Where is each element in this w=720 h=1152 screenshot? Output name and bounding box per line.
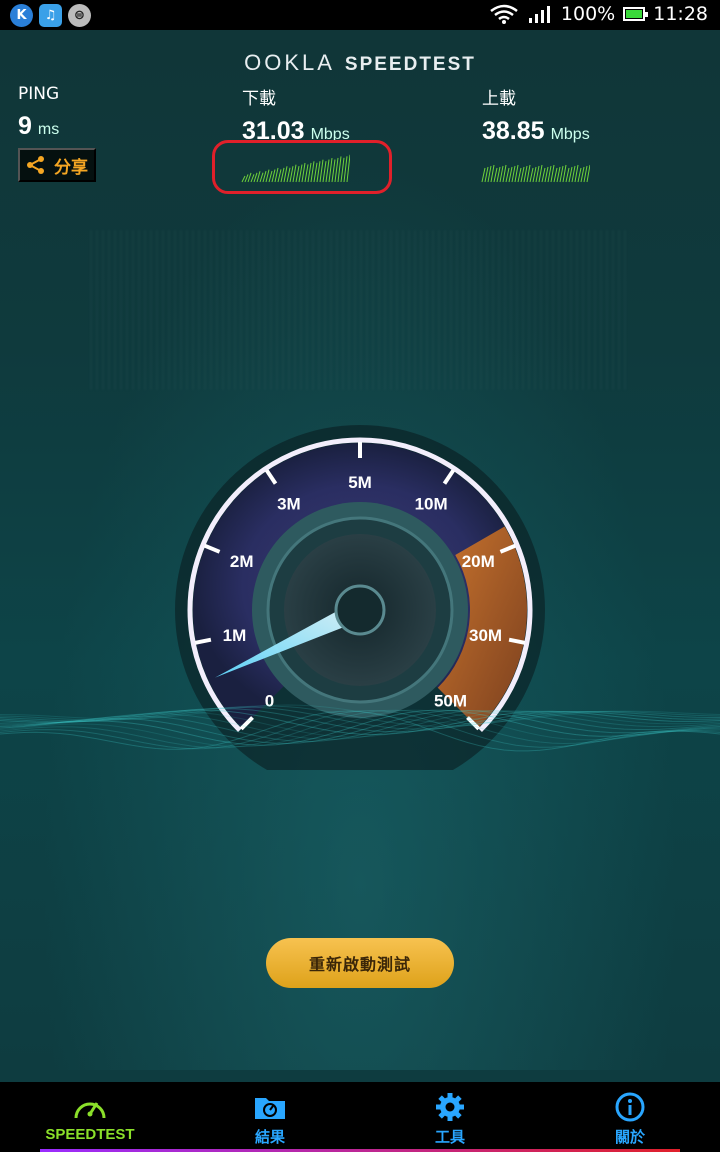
bottom-nav: SPEEDTEST 結果 工具 關於 [0, 1082, 720, 1152]
sparkline-bar [529, 167, 534, 183]
wifi-icon [490, 4, 518, 24]
product-name: SPEEDTEST [344, 54, 476, 75]
download-label: 下載 [242, 89, 276, 109]
share-label: 分享 [54, 157, 88, 177]
clock: 11:28 [653, 3, 708, 25]
sparkline-bar [505, 167, 510, 183]
sparkline-bar [553, 167, 558, 183]
upload-value-row: 38.85 Mbps [482, 117, 590, 146]
download-stat: 下載 31.03 Mbps [242, 84, 350, 146]
gauge-tick-label: 3M [277, 495, 301, 514]
app-logo: OOKLA SPEEDTEST [0, 50, 720, 76]
music-app-icon: ♫ [39, 4, 62, 27]
status-bar: K ♫ ⊜ 100% 11:28 [0, 0, 720, 30]
k-app-icon: K [10, 4, 33, 27]
share-button[interactable]: 分享 [18, 148, 96, 182]
gauge-tick-label: 30M [469, 626, 502, 645]
sparkline-bar [535, 165, 540, 183]
sparkline-bar [568, 166, 573, 183]
wave-visual [0, 704, 720, 752]
sparkline-bar [565, 167, 570, 183]
notification-icons: K ♫ ⊜ [10, 4, 91, 27]
sparkline-bar [484, 166, 489, 183]
gauge-tick-label: 1M [223, 626, 247, 645]
sparkline-bar [496, 166, 501, 183]
sparkline-bar [514, 164, 519, 183]
gauge-tick-label: 2M [230, 552, 254, 571]
nav-speedtest[interactable]: SPEEDTEST [0, 1082, 180, 1152]
sparkline-bar [583, 165, 588, 183]
ping-value: 9 [18, 112, 32, 140]
ping-unit: ms [37, 121, 60, 138]
battery-icon [623, 7, 649, 21]
sparkline-bar [577, 167, 582, 183]
sparkline-bar [571, 165, 576, 183]
nav-tools-label: 工具 [434, 1128, 465, 1146]
sparkline-bar [562, 164, 567, 183]
upload-stat: 上載 38.85 Mbps [482, 84, 590, 146]
sparkline-bar [490, 164, 495, 183]
gauge-tick-label: 10M [415, 495, 448, 514]
sparkline-bar [580, 166, 585, 183]
nav-speedtest-label: SPEEDTEST [45, 1126, 135, 1143]
info-icon [615, 1092, 645, 1122]
results-folder-icon [255, 1098, 285, 1119]
nav-results[interactable]: 結果 [180, 1082, 360, 1152]
gauge-pivot [334, 584, 386, 636]
sparkline-bar [499, 165, 504, 183]
ping-value-row: 9 ms [18, 112, 59, 141]
brand-name: OOKLA [244, 50, 335, 75]
sparkline-bar [586, 164, 590, 183]
sync-app-icon: ⊜ [68, 4, 91, 27]
sparkline-bar [559, 165, 564, 183]
sparkline-bar [481, 167, 486, 183]
download-highlight-circle [212, 140, 392, 194]
ping-label: PING [18, 84, 60, 104]
upload-unit: Mbps [550, 126, 590, 143]
upload-value: 38.85 [482, 117, 545, 145]
upload-label: 上載 [482, 89, 516, 109]
upload-sparkline [481, 164, 590, 183]
sparkline-bar [520, 166, 525, 183]
nav-results-label: 結果 [254, 1128, 285, 1146]
gear-icon [436, 1093, 464, 1121]
sparkline-bar [538, 164, 543, 183]
sparkline-bar [508, 166, 513, 183]
sparkline-bar [532, 166, 537, 183]
sparkline-bar [544, 166, 549, 183]
share-icon [27, 156, 44, 174]
sparkline-bar [541, 167, 546, 183]
sparkline-bar [511, 165, 516, 183]
background-haze [90, 230, 630, 390]
sparkline-bar [523, 165, 528, 183]
sparkline-bar [574, 164, 579, 183]
gauge-tick-label: 20M [462, 552, 495, 571]
sparkline-bar [502, 164, 507, 183]
nav-tools[interactable]: 工具 [360, 1082, 540, 1152]
sparkline-bar [517, 167, 522, 183]
sparkline-bar [547, 165, 552, 183]
sparkline-bar [493, 167, 498, 183]
sparkline-bar [556, 166, 561, 183]
battery-percent: 100% [560, 3, 616, 25]
sparkline-bar [526, 164, 531, 183]
gauge-tick-label: 5M [348, 473, 372, 492]
system-indicators: 100% 11:28 [489, 3, 708, 25]
speedtest-screen: OOKLA SPEEDTEST PING 9 ms 下載 31.03 Mbps 上載 … [0, 30, 720, 1082]
restart-test-button[interactable]: 重新啟動測試 [266, 938, 454, 988]
nav-about-label: 關於 [614, 1128, 645, 1146]
speedometer-icon [74, 1102, 106, 1119]
nav-about[interactable]: 關於 [540, 1082, 720, 1152]
sparkline-bar [487, 165, 492, 183]
cell-signal-icon [528, 6, 550, 23]
sparkline-bar [550, 164, 555, 183]
ping-stat: PING 9 ms [18, 84, 59, 141]
